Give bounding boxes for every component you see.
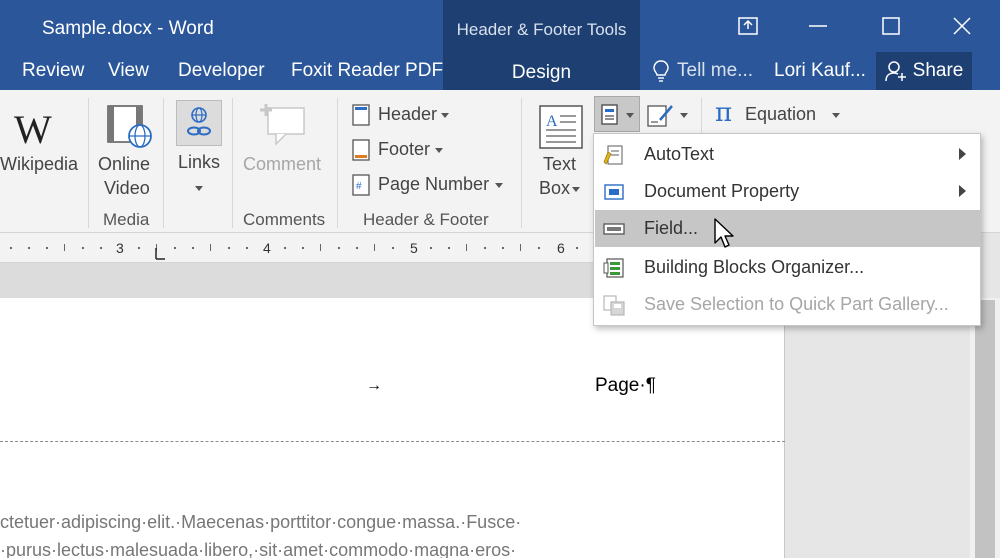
tab-character-arrow-icon: →: [366, 377, 382, 394]
page-number-icon: #: [352, 174, 370, 196]
quick-parts-dropdown-caret: [626, 113, 634, 118]
submenu-arrow-icon: [959, 148, 966, 160]
links-label[interactable]: Links: [178, 152, 220, 173]
group-separator: [163, 98, 164, 228]
pi-icon[interactable]: π: [715, 98, 732, 128]
online-video-label-line1[interactable]: Online: [98, 154, 150, 175]
footer-dropdown-caret[interactable]: [435, 148, 443, 153]
autotext-icon: [603, 145, 623, 165]
share-person-icon: [884, 61, 906, 82]
menu-item-autotext[interactable]: AutoText: [595, 136, 980, 173]
signature-line-icon[interactable]: [646, 102, 674, 130]
tell-me-box[interactable]: Tell me...: [653, 60, 753, 82]
page-number-button-label[interactable]: Page Number: [378, 174, 489, 195]
equation-button-label[interactable]: Equation: [745, 104, 816, 125]
svg-text:#: #: [356, 181, 362, 192]
group-label-header-footer: Header & Footer: [363, 210, 489, 229]
footer-icon: [352, 139, 370, 161]
menu-item-label: AutoText: [644, 144, 715, 164]
links-icon-box[interactable]: [176, 100, 222, 146]
tab-view[interactable]: View: [108, 60, 149, 82]
links-dropdown-caret[interactable]: [195, 186, 203, 191]
contextual-title: Header & Footer Tools: [456, 20, 627, 39]
ribbon-display-icon: [738, 17, 758, 35]
toolbar-separator: [701, 98, 702, 134]
online-video-label-line2[interactable]: Video: [104, 178, 150, 199]
header-dropdown-caret[interactable]: [441, 113, 449, 118]
ruler-number: 6: [557, 240, 565, 256]
group-label-media: Media: [103, 210, 150, 229]
tab-developer[interactable]: Developer: [178, 60, 265, 82]
group-separator: [521, 98, 522, 228]
comment-button-label: Comment: [243, 154, 322, 174]
group-separator: [232, 98, 233, 228]
menu-item-field[interactable]: Field...: [595, 210, 980, 247]
document-title: Sample.docx - Word: [42, 18, 214, 39]
submenu-arrow-icon: [959, 185, 966, 197]
scrollbar-thumb[interactable]: [975, 300, 995, 558]
tab-review[interactable]: Review: [22, 60, 84, 82]
quick-parts-icon: [601, 104, 618, 125]
ruler-number: 4: [263, 240, 271, 256]
quick-parts-menu: AutoText Document Property Field... Buil…: [593, 133, 981, 326]
share-button[interactable]: Share: [876, 52, 972, 90]
header-icon: [352, 104, 370, 126]
svg-text:A: A: [546, 113, 558, 130]
quick-parts-button[interactable]: [594, 96, 640, 132]
group-label-comments: Comments: [243, 210, 326, 229]
body-text-line[interactable]: ctetuer·adipiscing·elit.·Maecenas·portti…: [0, 512, 521, 533]
text-box-dropdown-caret[interactable]: [572, 187, 580, 192]
user-name[interactable]: Lori Kauf...: [774, 60, 866, 82]
title-bar: Sample.docx - Word Header & Footer Tools…: [0, 0, 1000, 90]
signature-line-dropdown-caret[interactable]: [680, 113, 688, 118]
menu-item-label: Save Selection to Quick Part Gallery...: [644, 294, 949, 314]
header-page-text[interactable]: Page·¶: [595, 375, 656, 397]
contextual-tab-group: Header & Footer Tools Design: [443, 0, 640, 90]
lightbulb-icon: [653, 60, 669, 82]
tell-me-label: Tell me...: [677, 60, 754, 81]
text-box-label-line1[interactable]: Text: [543, 154, 576, 175]
menu-item-save-selection: Save Selection to Quick Part Gallery...: [595, 286, 980, 323]
menu-item-label: Field...: [644, 218, 699, 238]
group-separator: [88, 98, 89, 228]
menu-item-label: Document Property: [644, 181, 800, 201]
menu-item-building-blocks-organizer[interactable]: Building Blocks Organizer...: [595, 249, 980, 286]
wikipedia-icon[interactable]: W: [14, 106, 52, 153]
menu-item-document-property[interactable]: Document Property: [595, 173, 980, 210]
page-number-dropdown-caret[interactable]: [495, 183, 503, 188]
tab-design[interactable]: Design: [443, 62, 640, 84]
field-icon: [603, 223, 625, 235]
document-property-icon: [604, 184, 624, 200]
ribbon-display-options-button[interactable]: [713, 0, 783, 52]
header-separator-line: [0, 441, 785, 442]
save-selection-icon: [603, 295, 625, 316]
ruler-number: 5: [410, 240, 418, 256]
close-icon: [953, 17, 971, 35]
group-separator: [337, 98, 338, 228]
links-icon: [187, 107, 211, 136]
header-button-label[interactable]: Header: [378, 104, 437, 125]
ruler-number: 3: [116, 240, 124, 256]
text-box-icon[interactable]: A: [538, 104, 584, 150]
comment-icon: [260, 104, 305, 146]
wikipedia-button-label[interactable]: Wikipedia: [0, 154, 78, 175]
tab-stop-marker-icon[interactable]: [152, 247, 166, 261]
mouse-cursor-icon: [714, 218, 734, 248]
maximize-button[interactable]: [856, 0, 926, 52]
minimize-icon: [809, 25, 827, 27]
text-box-label-line2[interactable]: Box: [539, 178, 570, 199]
maximize-icon: [882, 17, 900, 35]
share-label: Share: [912, 60, 964, 81]
footer-button-label[interactable]: Footer: [378, 139, 430, 160]
minimize-button[interactable]: [783, 0, 853, 52]
close-button[interactable]: [927, 0, 997, 52]
menu-item-label: Building Blocks Organizer...: [644, 257, 865, 277]
body-text-line[interactable]: ·purus·lectus·malesuada·libero,·sit·amet…: [0, 540, 516, 558]
equation-dropdown-caret[interactable]: [832, 113, 840, 118]
online-video-icon[interactable]: [106, 104, 154, 150]
building-blocks-icon: [603, 258, 624, 278]
tab-foxit-reader-pdf[interactable]: Foxit Reader PDF: [291, 60, 443, 82]
